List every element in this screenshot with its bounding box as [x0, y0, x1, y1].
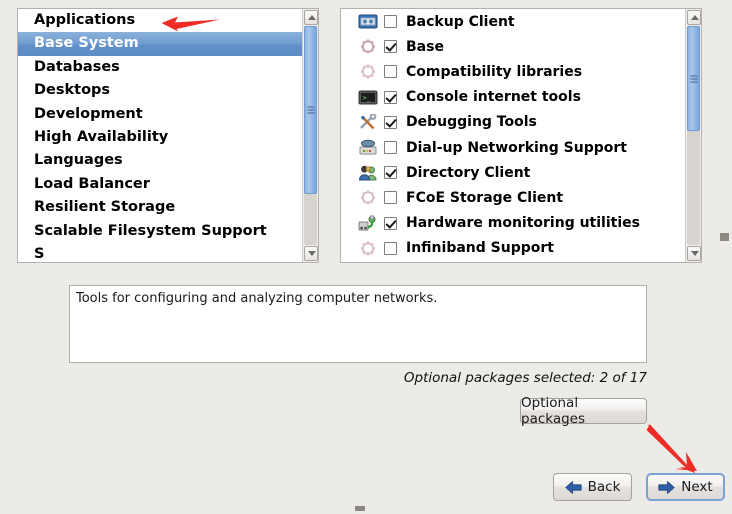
scrollbar-grip-icon — [690, 75, 697, 82]
package-label: Base — [406, 38, 444, 55]
arrow-left-icon — [565, 480, 582, 494]
package-checkbox-checked[interactable] — [384, 40, 397, 54]
category-label: Applications — [34, 12, 136, 28]
category-row[interactable]: Languages — [18, 149, 302, 172]
svg-text:>_: >_ — [363, 94, 372, 102]
package-label: Compatibility libraries — [406, 63, 583, 80]
package-checkbox[interactable] — [384, 15, 397, 29]
package-row[interactable]: Hardware monitoring utilities — [341, 211, 685, 236]
package-row[interactable]: Directory Client — [341, 160, 685, 185]
category-row[interactable]: Applications — [18, 9, 302, 32]
next-button-label: Next — [681, 479, 713, 495]
edge-mark-right — [720, 233, 729, 241]
package-label: FCoE Storage Client — [406, 189, 564, 206]
package-checkbox-checked[interactable] — [384, 166, 397, 180]
optional-packages-button-label: Optional packages — [521, 395, 586, 427]
category-row-selected[interactable]: Base System — [18, 32, 302, 56]
package-description-box: Tools for configuring and analyzing comp… — [69, 285, 647, 363]
package-row[interactable]: >_ Console internet tools — [341, 85, 685, 110]
scroll-down-icon[interactable] — [687, 246, 701, 261]
package-checkbox[interactable] — [384, 141, 397, 155]
package-checkbox[interactable] — [384, 65, 397, 79]
gear-package-icon — [360, 190, 376, 206]
package-row[interactable]: FCoE Storage Client — [341, 185, 685, 210]
scroll-up-icon[interactable] — [687, 10, 701, 25]
package-label: Console internet tools — [406, 89, 581, 106]
optional-packages-status: Optional packages selected: 2 of 17 — [403, 370, 647, 386]
users-icon — [358, 166, 377, 181]
category-row[interactable]: Resilient Storage — [18, 196, 302, 219]
package-label: Backup Client — [406, 13, 515, 30]
scrollbar-track[interactable] — [304, 26, 317, 245]
package-checkbox[interactable] — [384, 191, 397, 205]
scrollbar-thumb[interactable] — [304, 26, 317, 194]
package-checkbox-checked[interactable] — [384, 216, 397, 230]
package-row[interactable]: Backup Client — [341, 9, 685, 34]
next-button[interactable]: Next — [646, 473, 725, 501]
category-row[interactable]: Development — [18, 103, 302, 126]
category-label: Base System — [34, 35, 139, 52]
package-list-panel[interactable]: Backup Client Base Compatibility librari… — [340, 8, 702, 263]
package-label: Infiniband Support — [406, 240, 554, 257]
category-label: Desktops — [34, 82, 111, 99]
package-list-viewport[interactable]: Backup Client Base Compatibility librari… — [341, 9, 685, 262]
package-checkbox[interactable] — [384, 241, 397, 255]
back-button[interactable]: Back — [553, 473, 632, 501]
category-row[interactable]: High Availability — [18, 126, 302, 149]
scrollbar-thumb[interactable] — [687, 26, 700, 131]
package-list-scrollbar[interactable] — [685, 9, 701, 262]
scrollbar-track[interactable] — [687, 26, 700, 245]
gear-package-icon — [360, 64, 376, 80]
category-label: Databases — [34, 58, 120, 75]
package-row[interactable]: Infiniband Support — [341, 236, 685, 261]
category-row[interactable]: Desktops — [18, 79, 302, 102]
gear-package-icon — [360, 241, 376, 256]
modem-icon — [359, 139, 377, 155]
category-row[interactable]: Load Balancer — [18, 173, 302, 196]
terminal-icon: >_ — [358, 90, 378, 105]
package-label: Directory Client — [406, 164, 531, 181]
category-row-clipped[interactable]: S — [18, 243, 302, 262]
category-list-scrollbar[interactable] — [302, 9, 318, 262]
package-row[interactable]: Dial-up Networking Support — [341, 135, 685, 160]
category-label: Resilient Storage — [34, 199, 176, 216]
annotation-arrow-next — [646, 424, 697, 473]
optional-packages-button[interactable]: Optional packages — [520, 395, 647, 427]
package-description-text: Tools for configuring and analyzing comp… — [76, 291, 438, 306]
scrollbar-grip-icon — [307, 106, 314, 114]
category-label: Load Balancer — [34, 175, 150, 192]
tape-backup-icon — [358, 14, 378, 29]
package-label: Hardware monitoring utilities — [406, 215, 640, 232]
gear-package-icon — [360, 39, 376, 54]
back-button-label: Back — [587, 479, 621, 495]
category-row[interactable]: Scalable Filesystem Support — [18, 220, 302, 243]
package-row[interactable]: Compatibility libraries — [341, 59, 685, 84]
scroll-up-icon[interactable] — [304, 10, 318, 25]
package-checkbox-checked[interactable] — [384, 90, 397, 104]
category-row[interactable]: Databases — [18, 56, 302, 79]
category-list-panel[interactable]: Applications Base System Databases Deskt… — [17, 8, 319, 263]
package-checkbox-checked[interactable] — [384, 115, 397, 129]
edge-mark-bottom — [355, 506, 365, 511]
category-label: S — [34, 245, 45, 262]
arrow-right-icon — [658, 480, 675, 494]
tools-icon — [360, 113, 377, 130]
package-label: Dial-up Networking Support — [406, 139, 627, 156]
category-label: Development — [34, 105, 143, 122]
category-list-viewport[interactable]: Applications Base System Databases Deskt… — [18, 9, 302, 262]
scroll-down-icon[interactable] — [304, 246, 318, 261]
category-label: High Availability — [34, 128, 169, 145]
package-row[interactable]: Debugging Tools — [341, 110, 685, 135]
package-row[interactable]: Base — [341, 34, 685, 59]
package-label: Debugging Tools — [406, 114, 537, 131]
category-label: Scalable Filesystem Support — [34, 222, 267, 239]
hardware-monitor-icon — [358, 215, 376, 231]
category-label: Languages — [34, 152, 123, 169]
